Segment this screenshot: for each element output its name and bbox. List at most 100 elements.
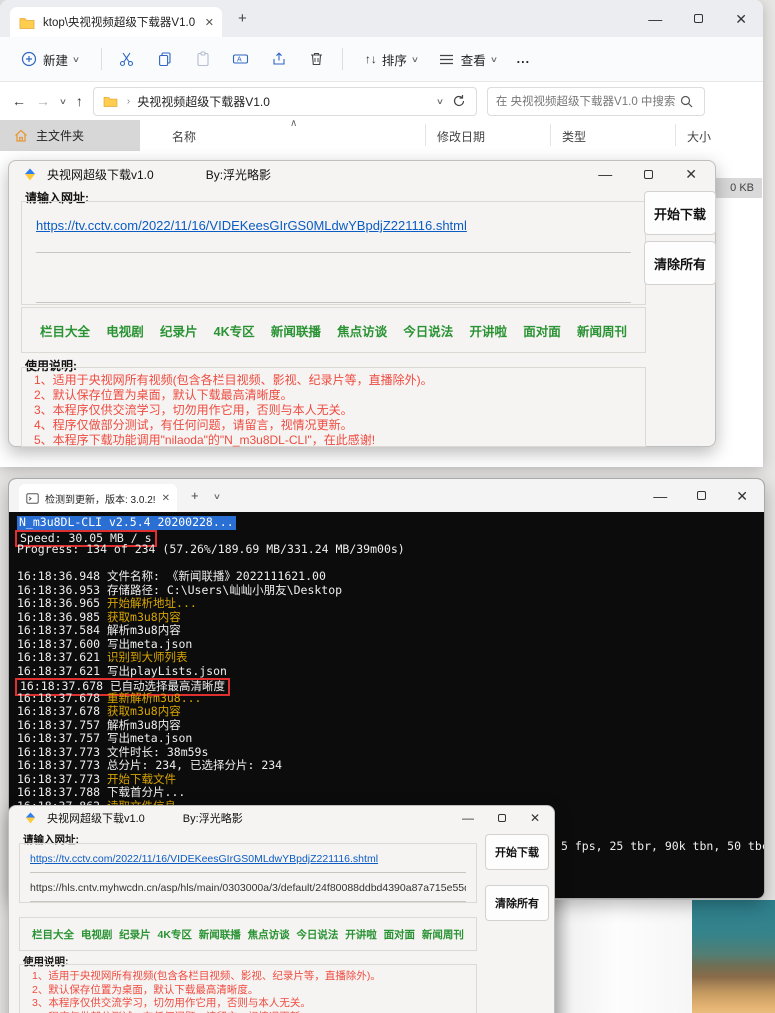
terminal-log-line: 16:18:36.953 存储路径: C:\Users\屾屾小朋友\Deskto… bbox=[17, 582, 343, 597]
rename-icon[interactable]: A bbox=[232, 50, 250, 68]
close-icon[interactable]: ✕ bbox=[530, 812, 540, 824]
category-link[interactable]: 纪录片 bbox=[160, 321, 198, 340]
up-icon[interactable]: ↑ bbox=[76, 93, 83, 109]
address-chevron-icon[interactable]: ∨ bbox=[436, 97, 444, 106]
downloader-window-2: 央视网超级下载v1.0 By:浮光略影 — ✕ 请输入网址: https://t… bbox=[8, 805, 555, 1013]
maximize-icon[interactable] bbox=[694, 14, 704, 23]
main-url-link[interactable]: https://tv.cctv.com/2022/11/16/VIDEKeesG… bbox=[36, 218, 631, 233]
category-link[interactable]: 新闻周刊 bbox=[577, 321, 627, 340]
sort-button[interactable]: ↑↓ 排序 ∨ bbox=[359, 44, 424, 75]
resolved-url-text[interactable]: https://hls.cntv.myhwcdn.cn/asp/hls/main… bbox=[30, 882, 466, 894]
minimize-icon[interactable]: — bbox=[648, 12, 662, 26]
column-divider[interactable] bbox=[675, 124, 676, 146]
category-link[interactable]: 栏目大全 bbox=[40, 321, 90, 340]
terminal-log-line: 16:18:37.621 写出playLists.json bbox=[17, 663, 227, 678]
delete-icon[interactable] bbox=[308, 50, 326, 68]
close-icon[interactable]: ✕ bbox=[736, 489, 748, 503]
history-chevron-icon[interactable]: ∨ bbox=[59, 97, 67, 106]
folder-icon bbox=[18, 13, 36, 31]
close-icon[interactable]: ✕ bbox=[735, 12, 747, 26]
terminal-log-line: 16:18:37.678 重新解析m3u8... bbox=[17, 690, 202, 705]
column-header-size[interactable]: 大小 bbox=[687, 128, 711, 145]
search-icon[interactable] bbox=[678, 92, 696, 110]
explorer-tab[interactable]: ktop\央视视频超级下载器V1.0 ✕ bbox=[10, 7, 222, 37]
column-divider[interactable] bbox=[425, 124, 426, 146]
ffmpeg-output-fragment: 5 fps, 25 tbr, 90k tbn, 50 tbc bbox=[561, 839, 765, 853]
cut-icon[interactable] bbox=[118, 50, 136, 68]
terminal-log-line: 16:18:36.948 文件名称: 《新闻联播》2022111621.00 bbox=[17, 569, 326, 583]
copy-icon[interactable] bbox=[156, 50, 174, 68]
category-link[interactable]: 今日说法 bbox=[403, 321, 453, 340]
category-link[interactable]: 今日说法 bbox=[296, 927, 338, 942]
instruction-line: 3、本程序仅供交流学习，切勿用作它用，否则与本人无关。 bbox=[32, 997, 311, 1009]
share-icon[interactable] bbox=[270, 50, 288, 68]
search-placeholder-text: 在 央视视频超级下载器V1.0 中搜索 bbox=[495, 96, 676, 108]
terminal-tab[interactable]: 检测到更新，版本: 3.0.2! 新版 ✕ bbox=[19, 484, 177, 512]
category-link[interactable]: 电视剧 bbox=[81, 927, 113, 942]
column-header-name[interactable]: 名称 bbox=[172, 128, 196, 145]
url-input-box[interactable]: https://tv.cctv.com/2022/11/16/VIDEKeesG… bbox=[19, 843, 477, 903]
terminal-log-line: 16:18:37.773 总分片: 234, 已选择分片: 234 bbox=[17, 758, 283, 772]
tab-dropdown-icon[interactable]: ∨ bbox=[213, 492, 221, 501]
category-link[interactable]: 栏目大全 bbox=[32, 927, 74, 942]
usage-notes-box: 1、适用于央视网所有视频(包含各栏目视频、影视、纪录片等，直播除外)。 2、默认保… bbox=[21, 367, 646, 447]
terminal-titlebar[interactable]: 检测到更新，版本: 3.0.2! 新版 ✕ + ∨ — ✕ bbox=[9, 479, 764, 512]
category-link[interactable]: 4K专区 bbox=[214, 321, 255, 340]
terminal-log-line: 16:18:37.678 获取m3u8内容 bbox=[17, 704, 181, 718]
category-link[interactable]: 4K专区 bbox=[157, 927, 191, 942]
close-icon[interactable]: ✕ bbox=[685, 167, 697, 181]
start-download-button[interactable]: 开始下载 bbox=[644, 191, 716, 235]
downloader2-titlebar[interactable]: 央视网超级下载v1.0 By:浮光略影 — ✕ bbox=[9, 806, 554, 830]
downloader-byline: By:浮光略影 bbox=[182, 813, 243, 825]
category-link[interactable]: 面对面 bbox=[384, 927, 416, 942]
url-row-1[interactable]: https://tv.cctv.com/2022/11/16/VIDEKeesG… bbox=[30, 844, 466, 873]
column-divider[interactable] bbox=[550, 124, 551, 146]
clear-all-button[interactable]: 清除所有 bbox=[485, 885, 549, 921]
new-button[interactable]: 新建 ∨ bbox=[14, 44, 85, 75]
minimize-icon[interactable]: — bbox=[653, 489, 667, 503]
start-download-button[interactable]: 开始下载 bbox=[485, 834, 549, 870]
category-link[interactable]: 焦点访谈 bbox=[248, 927, 290, 942]
chevron-down-icon: ∨ bbox=[71, 54, 81, 64]
tab-close-icon[interactable]: ✕ bbox=[205, 16, 214, 29]
category-link[interactable]: 开讲啦 bbox=[345, 927, 377, 942]
main-url-link[interactable]: https://tv.cctv.com/2022/11/16/VIDEKeesG… bbox=[30, 853, 466, 865]
paste-icon[interactable] bbox=[194, 50, 212, 68]
address-bar[interactable]: › 央视视频超级下载器V1.0 ∨ bbox=[92, 86, 477, 116]
more-options-button[interactable]: ... bbox=[511, 46, 536, 72]
terminal-tab-title: 检测到更新，版本: 3.0.2! 新版 bbox=[45, 494, 156, 506]
svg-text:A: A bbox=[237, 57, 242, 64]
url-input-box[interactable]: https://tv.cctv.com/2022/11/16/VIDEKeesG… bbox=[21, 201, 646, 305]
sidebar-item-home[interactable]: 主文件夹 bbox=[0, 120, 140, 151]
column-header-type[interactable]: 类型 bbox=[562, 128, 586, 145]
new-tab-button[interactable]: + bbox=[191, 488, 199, 503]
maximize-icon[interactable] bbox=[644, 169, 654, 179]
url-row-1[interactable]: https://tv.cctv.com/2022/11/16/VIDEKeesG… bbox=[36, 202, 631, 253]
forward-icon[interactable]: → bbox=[36, 93, 50, 109]
url-row-2[interactable] bbox=[36, 253, 631, 303]
new-tab-button[interactable]: + bbox=[238, 10, 247, 27]
refresh-icon[interactable] bbox=[450, 92, 468, 110]
minimize-icon[interactable]: — bbox=[598, 167, 612, 181]
view-button[interactable]: 查看 ∨ bbox=[432, 44, 503, 75]
downloader2-window-controls: — ✕ bbox=[462, 806, 540, 830]
back-icon[interactable]: ← bbox=[12, 93, 26, 109]
category-link[interactable]: 新闻周刊 bbox=[422, 927, 464, 942]
maximize-icon[interactable] bbox=[697, 491, 707, 500]
search-input[interactable]: 在 央视视频超级下载器V1.0 中搜索 bbox=[486, 86, 705, 116]
category-link[interactable]: 焦点访谈 bbox=[337, 321, 387, 340]
clear-all-button[interactable]: 清除所有 bbox=[644, 241, 716, 285]
category-link[interactable]: 开讲啦 bbox=[470, 321, 508, 340]
minimize-icon[interactable]: — bbox=[462, 812, 474, 824]
category-link[interactable]: 面对面 bbox=[523, 321, 561, 340]
category-link[interactable]: 纪录片 bbox=[119, 927, 151, 942]
category-link[interactable]: 新闻联播 bbox=[199, 927, 241, 942]
url-row-2[interactable]: https://hls.cntv.myhwcdn.cn/asp/hls/main… bbox=[30, 873, 466, 902]
column-header-date[interactable]: 修改日期 bbox=[437, 128, 485, 145]
maximize-icon[interactable] bbox=[497, 814, 506, 822]
category-link[interactable]: 电视剧 bbox=[106, 321, 144, 340]
downloader1-titlebar[interactable]: 央视网超级下载v1.0 By:浮光略影 — ✕ bbox=[9, 161, 715, 187]
category-link[interactable]: 新闻联播 bbox=[271, 321, 321, 340]
breadcrumb[interactable]: 央视视频超级下载器V1.0 bbox=[137, 93, 430, 110]
tab-close-icon[interactable]: ✕ bbox=[162, 493, 170, 504]
